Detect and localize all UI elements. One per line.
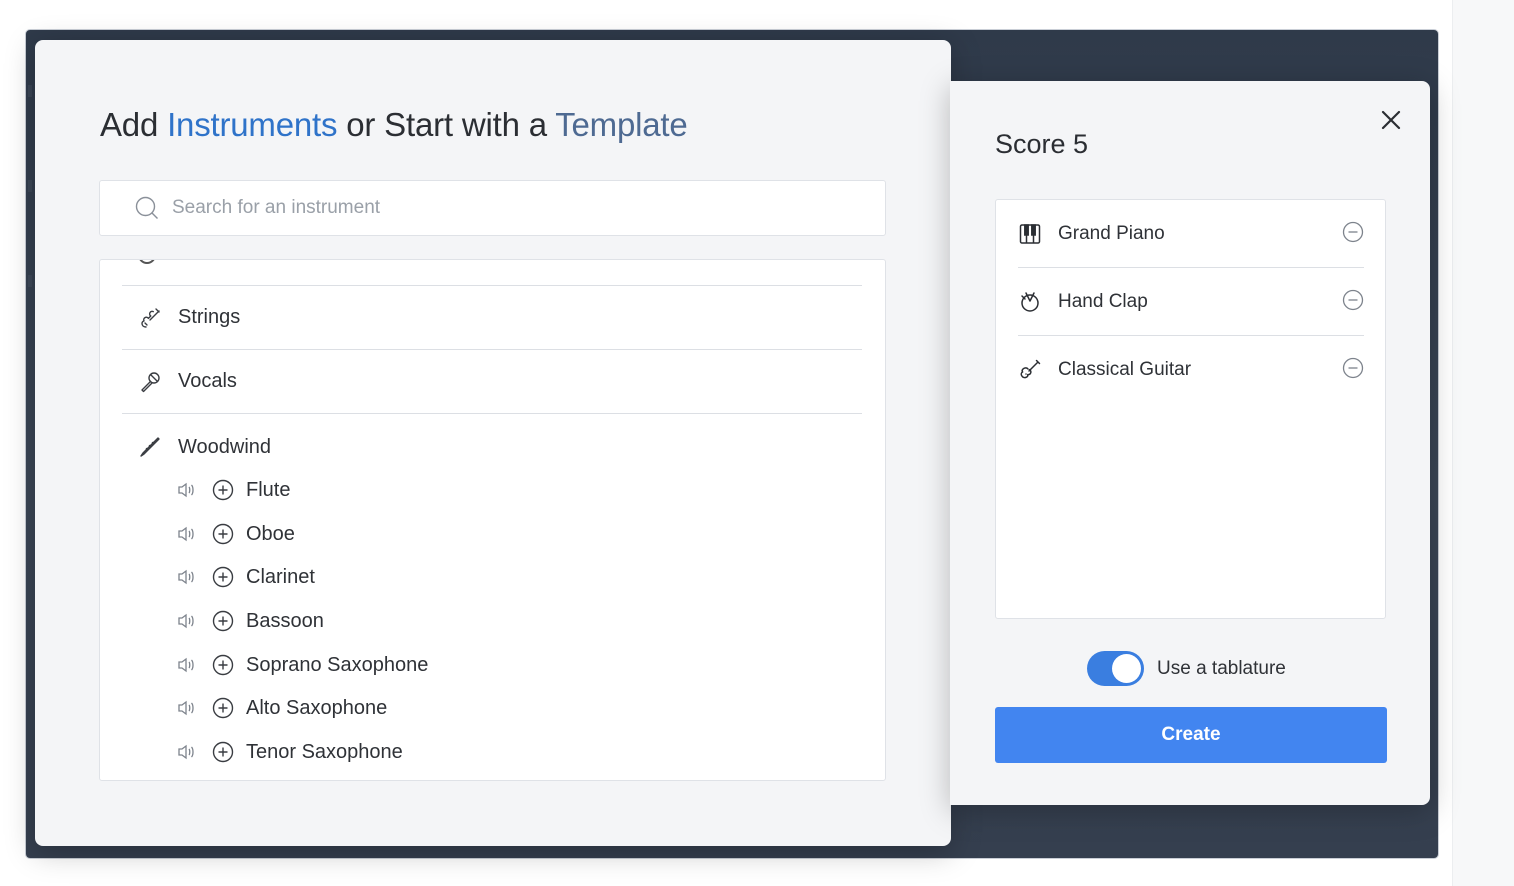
instrument-row-alto-saxophone: Alto Saxophone [176,693,387,723]
instrument-label: Bassoon [246,609,324,632]
close-icon[interactable] [1378,107,1404,133]
add-circle-icon[interactable] [212,697,234,719]
add-circle-icon[interactable] [212,566,234,588]
instrument-label: Soprano Saxophone [246,653,429,676]
instrument-row-oboe: Oboe [176,519,295,549]
remove-circle-icon[interactable] [1342,221,1364,243]
instruments-tab-link[interactable]: Instruments [167,106,337,143]
instrument-row-clarinet: Clarinet [176,562,315,592]
category-label: Woodwind [178,435,272,458]
add-instruments-dialog: Add Instruments or Start with a Template… [35,40,951,846]
category-icon [138,260,156,264]
title-middle: or Start with a [337,106,556,143]
instrument-label: Grand Piano [1058,222,1165,244]
backdrop-ghost-mark [28,85,32,97]
selected-instrument-grand-piano: Grand Piano [1018,200,1364,268]
instrument-row-soprano-saxophone: Soprano Saxophone [176,650,428,680]
instrument-row-tenor-saxophone: Tenor Saxophone [176,737,403,767]
selected-instrument-hand-clap: Hand Clap [1018,268,1364,336]
guitar-icon [1020,359,1041,379]
instrument-label: Clarinet [246,565,315,588]
backdrop-ghost-mark [28,180,32,192]
score-panel: Score 5 Grand Piano Hand Clap Classical … [950,81,1430,805]
tablature-label: Use a tablature [1157,657,1286,679]
backdrop-ghost-mark [28,275,32,287]
instrument-label: Classical Guitar [1058,359,1192,380]
speaker-icon[interactable] [176,697,198,719]
tablature-option: Use a tablature [1087,651,1286,686]
add-circle-icon[interactable] [212,479,234,501]
add-circle-icon[interactable] [212,523,234,545]
instrument-label: Hand Clap [1058,290,1148,312]
clarinet-icon [140,437,160,457]
category-label-clipped [178,259,318,260]
speaker-icon[interactable] [176,479,198,501]
search-icon [135,196,158,219]
drum-icon [1021,291,1039,312]
category-label: Strings [178,306,241,328]
page-background-strip [1452,0,1514,886]
speaker-icon[interactable] [176,654,198,676]
search-input[interactable] [172,197,772,219]
selected-instrument-classical-guitar: Classical Guitar [1018,336,1364,404]
speaker-icon[interactable] [176,741,198,763]
speaker-icon[interactable] [176,566,198,588]
instrument-label: Oboe [246,522,295,545]
template-tab-link[interactable]: Template [555,106,688,143]
piano-keys-icon [1019,223,1041,244]
create-button[interactable]: Create [995,707,1387,763]
violin-icon [141,307,160,328]
category-item-woodwind[interactable]: Woodwind [122,415,862,479]
category-item-strings[interactable]: Strings [122,286,862,350]
instrument-row-flute: Flute [176,475,290,505]
tablature-toggle[interactable] [1087,651,1144,686]
instrument-category-list[interactable]: Strings Vocals Woodwind Flute Oboe Clari… [99,259,886,781]
remove-circle-icon[interactable] [1342,357,1364,379]
category-item-vocals[interactable]: Vocals [122,350,862,414]
remove-circle-icon[interactable] [1342,289,1364,311]
instrument-search-box[interactable] [99,180,886,236]
dialog-title: Add Instruments or Start with a Template [100,106,688,144]
add-circle-icon[interactable] [212,741,234,763]
speaker-icon[interactable] [176,610,198,632]
selected-instruments-list: Grand Piano Hand Clap Classical Guitar [995,199,1386,619]
instrument-label: Flute [246,478,291,501]
score-title: Score 5 [995,129,1089,159]
speaker-icon[interactable] [176,523,198,545]
list-item-partially-hidden [122,259,862,286]
category-label: Vocals [178,370,237,392]
instrument-row-bassoon: Bassoon [176,606,324,636]
microphone-icon [141,371,160,392]
add-circle-icon[interactable] [212,610,234,632]
add-circle-icon[interactable] [212,654,234,676]
toggle-knob [1112,654,1141,683]
instrument-label: Tenor Saxophone [246,740,403,763]
title-prefix: Add [100,106,168,143]
instrument-label: Alto Saxophone [246,696,388,719]
